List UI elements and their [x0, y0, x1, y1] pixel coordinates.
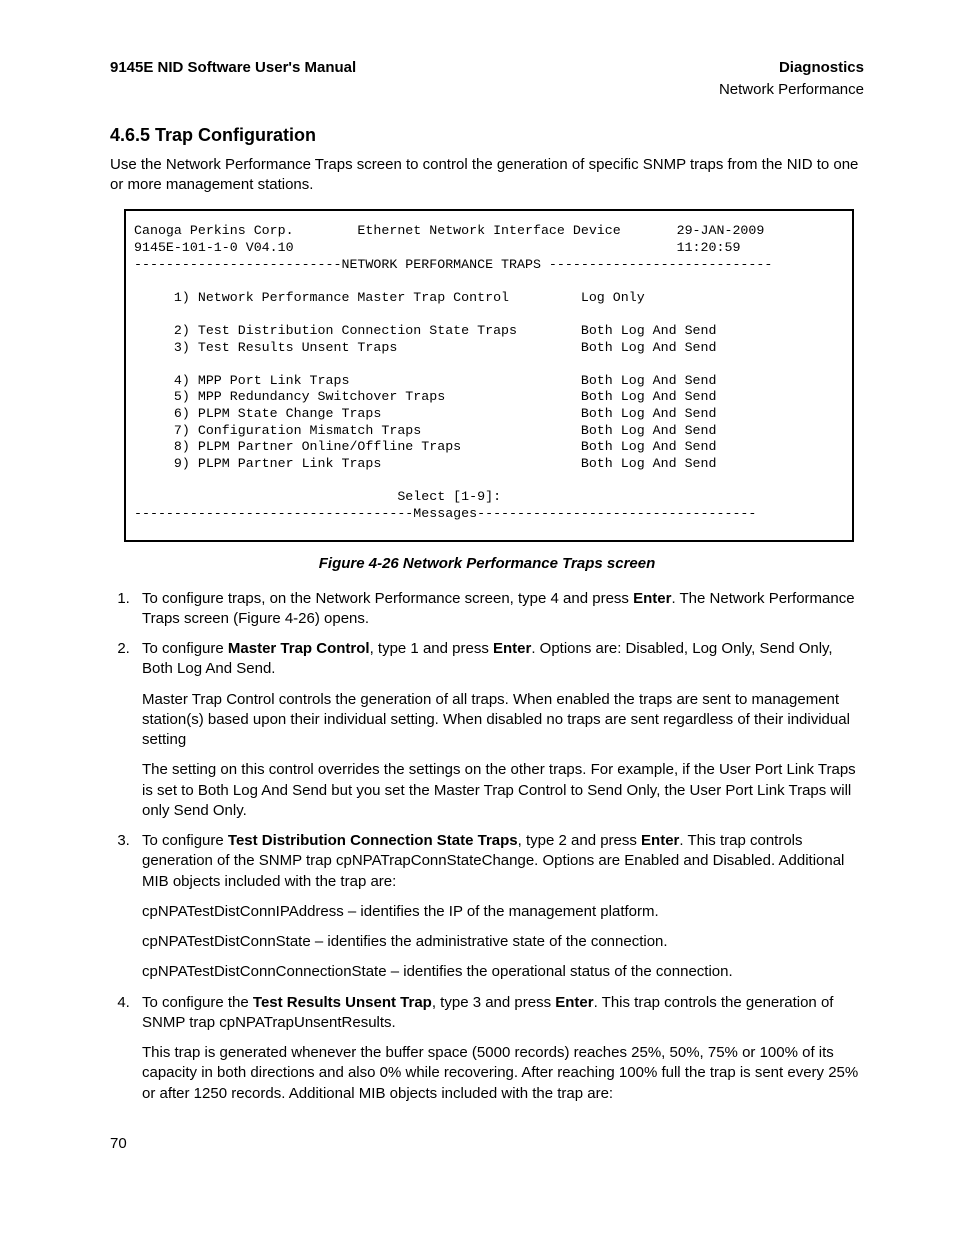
section-heading: 4.6.5 Trap Configuration — [110, 123, 864, 147]
step-3: To configure Test Distribution Connectio… — [134, 831, 864, 983]
page-number: 70 — [110, 1134, 864, 1154]
step-1: To configure traps, on the Network Perfo… — [134, 589, 864, 630]
header-left: 9145E NID Software User's Manual — [110, 58, 356, 78]
terminal-screenshot: Canoga Perkins Corp. Ethernet Network In… — [124, 209, 854, 542]
header-sub: Network Performance — [110, 80, 864, 100]
figure-caption: Figure 4-26 Network Performance Traps sc… — [110, 554, 864, 574]
section-intro: Use the Network Performance Traps screen… — [110, 155, 864, 196]
instruction-list: To configure traps, on the Network Perfo… — [110, 589, 864, 1104]
step-4: To configure the Test Results Unsent Tra… — [134, 993, 864, 1104]
step-2: To configure Master Trap Control, type 1… — [134, 639, 864, 821]
page-header: 9145E NID Software User's Manual Diagnos… — [110, 58, 864, 78]
header-right: Diagnostics — [779, 58, 864, 78]
